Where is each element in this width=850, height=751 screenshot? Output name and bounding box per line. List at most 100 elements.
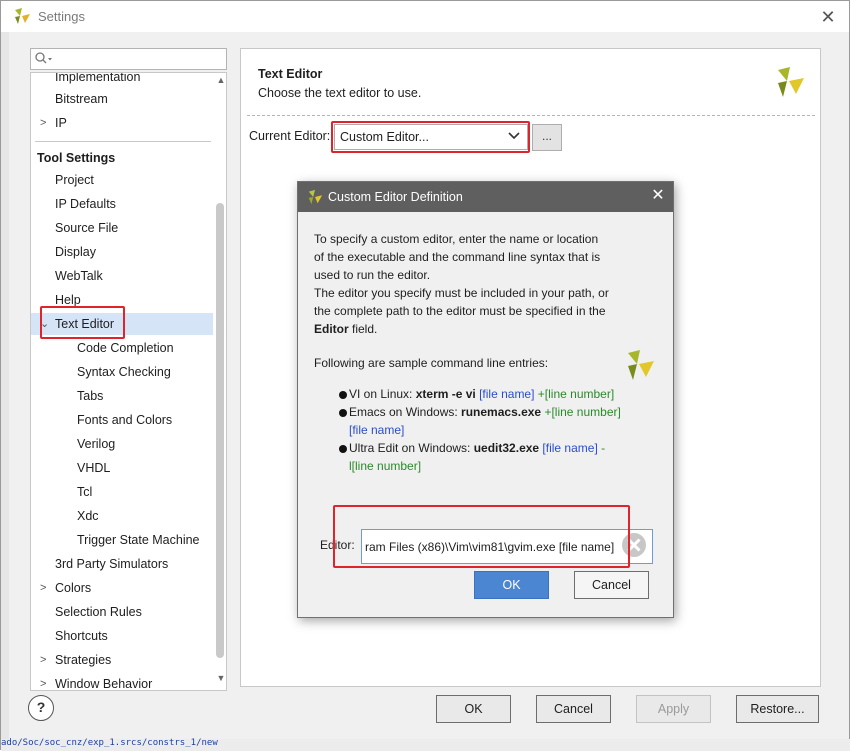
chevron-right-icon[interactable]: > bbox=[40, 649, 50, 671]
custom-editor-dialog: Custom Editor Definition ✕ To specify a … bbox=[297, 181, 674, 618]
vivado-logo-icon bbox=[308, 189, 323, 205]
close-icon[interactable]: ✕ bbox=[817, 6, 839, 28]
vivado-logo-icon bbox=[628, 350, 654, 380]
dialog-title-bar: Custom Editor Definition ✕ bbox=[298, 182, 673, 212]
tree-item-label: Syntax Checking bbox=[77, 365, 171, 379]
settings-tree: Implementation Bitstream > IP Tool Settings P… bbox=[30, 72, 227, 691]
tree-item[interactable]: IP Defaults bbox=[31, 193, 213, 215]
apply-button[interactable]: Apply bbox=[636, 695, 711, 723]
chevron-right-icon[interactable]: > bbox=[40, 577, 50, 599]
scroll-up-icon[interactable]: ▲ bbox=[216, 75, 226, 87]
sample-argument: [file name] bbox=[349, 423, 405, 437]
panel-title: Text Editor bbox=[258, 67, 323, 81]
annotation-highlight-text-editor bbox=[40, 306, 125, 339]
vivado-logo-icon bbox=[15, 8, 30, 24]
dialog-text-line: The editor you specify must be included … bbox=[314, 286, 609, 300]
search-icon bbox=[34, 51, 54, 67]
tree-item-label: Project bbox=[55, 173, 94, 187]
tree-item[interactable]: Xdc bbox=[31, 505, 213, 527]
sample-argument: +[line number] bbox=[541, 405, 621, 419]
settings-window: Settings ✕ Implementation Bitstream > IP Too… bbox=[0, 0, 850, 751]
tree-item[interactable]: Implementation bbox=[31, 72, 213, 88]
cancel-button[interactable]: Cancel bbox=[536, 695, 611, 723]
ok-button[interactable]: OK bbox=[436, 695, 511, 723]
chevron-right-icon[interactable]: > bbox=[40, 673, 50, 690]
tree-item-label: Code Completion bbox=[77, 341, 174, 355]
chevron-right-icon[interactable]: > bbox=[40, 112, 50, 134]
tree-divider bbox=[35, 141, 211, 142]
tree-item-label: Source File bbox=[55, 221, 119, 235]
tree-item[interactable]: Trigger State Machine bbox=[31, 529, 213, 551]
tree-item-label: Xdc bbox=[77, 509, 99, 523]
dialog-description: To specify a custom editor, enter the na… bbox=[314, 230, 624, 338]
tree-item[interactable]: Tcl bbox=[31, 481, 213, 503]
tree-item[interactable]: > IP bbox=[31, 112, 213, 134]
tree-item[interactable]: Syntax Checking bbox=[31, 361, 213, 383]
dialog-text-rest: field. bbox=[348, 322, 378, 336]
sample-command: xterm -e vi bbox=[415, 387, 476, 401]
scroll-thumb[interactable] bbox=[216, 203, 224, 658]
tree-item[interactable]: Code Completion bbox=[31, 337, 213, 359]
tree-item[interactable]: Fonts and Colors bbox=[31, 409, 213, 431]
window-title: Settings bbox=[38, 9, 85, 24]
restore-button[interactable]: Restore... bbox=[736, 695, 819, 723]
tree-item[interactable]: VHDL bbox=[31, 457, 213, 479]
sample-entry: Emacs on Windows: runemacs.exe +[line nu… bbox=[339, 403, 629, 439]
tree-item[interactable]: Tabs bbox=[31, 385, 213, 407]
dialog-text-line: used to run the editor. bbox=[314, 268, 431, 282]
tree-item-label: Tool Settings bbox=[37, 151, 116, 165]
tree-item-label: Fonts and Colors bbox=[77, 413, 173, 427]
tree-item[interactable]: > Window Behavior bbox=[31, 673, 213, 691]
dialog-text-line: of the executable and the command line s… bbox=[314, 250, 601, 264]
tree-item[interactable]: 3rd Party Simulators bbox=[31, 553, 213, 575]
dialog-text-line: the complete path to the editor must be … bbox=[314, 304, 606, 318]
sample-entry: Ultra Edit on Windows: uedit32.exe [file… bbox=[339, 439, 629, 475]
help-icon[interactable]: ? bbox=[28, 695, 54, 721]
tree-item[interactable]: Shortcuts bbox=[31, 625, 213, 647]
background-strip bbox=[1, 32, 9, 751]
sample-argument: +[line number] bbox=[534, 387, 615, 401]
tree-item[interactable]: WebTalk bbox=[31, 265, 213, 287]
tree-item-label: Tabs bbox=[77, 389, 104, 403]
tree-item[interactable]: Source File bbox=[31, 217, 213, 239]
tree-item-label: Bitstream bbox=[55, 92, 108, 106]
tree-item-label: Implementation bbox=[55, 72, 141, 84]
tree-item[interactable]: > Colors bbox=[31, 577, 213, 599]
title-bar: Settings ✕ bbox=[1, 1, 849, 32]
tree-item-label: VHDL bbox=[77, 461, 111, 475]
sample-prefix: Ultra Edit on Windows: bbox=[349, 441, 474, 455]
dialog-cancel-button[interactable]: Cancel bbox=[574, 571, 649, 599]
sample-command: uedit32.exe bbox=[473, 441, 540, 455]
tree-item[interactable]: Verilog bbox=[31, 433, 213, 455]
search-input[interactable] bbox=[30, 48, 227, 70]
tree-item-label: Window Behavior bbox=[55, 677, 153, 691]
tree-item[interactable]: Bitstream bbox=[31, 88, 213, 110]
browse-button[interactable]: ... bbox=[532, 124, 562, 151]
samples-list: VI on Linux: xterm -e vi [file name] +[l… bbox=[339, 385, 629, 475]
panel-description: Choose the text editor to use. bbox=[258, 86, 422, 100]
tree-item[interactable]: Display bbox=[31, 241, 213, 263]
tree-item-label: Display bbox=[55, 245, 96, 259]
background-path-text: ado/Soc/soc_cnz/exp_1.srcs/constrs_1/new bbox=[1, 738, 218, 748]
tree-item-label: IP bbox=[55, 116, 67, 130]
annotation-highlight-dropdown bbox=[331, 121, 530, 153]
tree-item[interactable]: > Strategies bbox=[31, 649, 213, 671]
close-icon[interactable]: ✕ bbox=[648, 186, 668, 206]
dialog-ok-button[interactable]: OK bbox=[474, 571, 549, 599]
sample-command: runemacs.exe bbox=[461, 405, 542, 419]
tree-item[interactable]: Project bbox=[31, 169, 213, 191]
scroll-down-icon[interactable]: ▼ bbox=[216, 673, 226, 685]
tree-item-label: WebTalk bbox=[55, 269, 103, 283]
sample-argument: [file name] bbox=[475, 387, 535, 401]
tree-item[interactable]: Selection Rules bbox=[31, 601, 213, 623]
bullet-icon bbox=[339, 409, 347, 417]
tree-item-label: Colors bbox=[55, 581, 92, 595]
sample-prefix: VI on Linux: bbox=[349, 387, 416, 401]
tree-item-label: Shortcuts bbox=[55, 629, 108, 643]
sample-entry: VI on Linux: xterm -e vi [file name] +[l… bbox=[339, 385, 629, 403]
tree-item-label: 3rd Party Simulators bbox=[55, 557, 169, 571]
dialog-text-bold: Editor bbox=[314, 322, 349, 336]
dialog-text-line: Editor field. bbox=[314, 320, 624, 338]
tree-item: Tool Settings bbox=[31, 147, 213, 169]
sample-argument: [file name] bbox=[539, 441, 598, 455]
